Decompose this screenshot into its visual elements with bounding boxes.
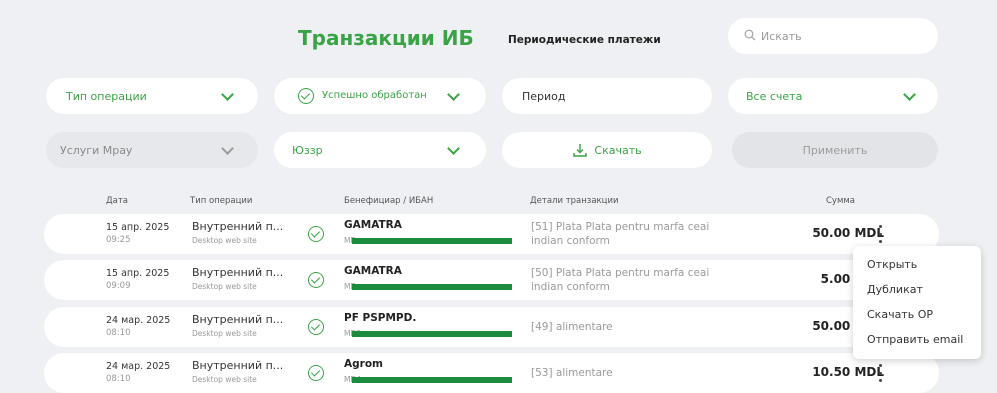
- redaction-bar: [352, 238, 512, 244]
- row-details: [53] alimentare: [531, 367, 613, 379]
- table-row[interactable]: 15 апр. 2025 09:09 Внутренний п... Deskt…: [44, 260, 939, 300]
- services-label: Услуги Мрау: [60, 143, 133, 157]
- page-title: Транзакции ИБ: [298, 26, 474, 50]
- operation-type-select[interactable]: Тип операции: [46, 78, 258, 114]
- header-date: Дата: [106, 196, 129, 206]
- header-amount: Сумма: [826, 196, 855, 206]
- services-select[interactable]: Услуги Мрау: [46, 132, 258, 168]
- menu-item-open[interactable]: Открыть: [853, 252, 981, 277]
- header-beneficiary: Бенефициар / ИБАН: [344, 196, 434, 206]
- redaction-bar: [352, 284, 512, 290]
- table-row[interactable]: 24 мар. 2025 08:10 Внутренний п... Deskt…: [44, 353, 939, 393]
- period-label: Период: [522, 89, 566, 103]
- chevron-down-icon: [220, 142, 236, 158]
- download-icon: [572, 142, 588, 158]
- search-icon: [744, 29, 756, 44]
- table-row[interactable]: 24 мар. 2025 08:10 Внутренний п... Deskt…: [44, 307, 939, 347]
- row-date: 15 апр. 2025: [106, 222, 170, 233]
- row-site: Desktop web site: [192, 236, 257, 245]
- download-label: Скачать: [594, 143, 642, 157]
- redaction-bar: [352, 377, 512, 383]
- page-header: Транзакции ИБ Периодические платежи Иска…: [0, 16, 997, 62]
- check-circle-icon: [308, 319, 324, 335]
- check-circle-icon: [308, 272, 324, 288]
- row-site: Desktop web site: [192, 282, 257, 291]
- row-type: Внутренний п...: [192, 220, 284, 233]
- row-amount: 50.00 MDL: [812, 226, 884, 240]
- kebab-menu-icon[interactable]: [877, 225, 883, 243]
- search-input[interactable]: Искать: [728, 18, 938, 54]
- search-placeholder: Искать: [761, 29, 802, 43]
- row-details: [51] Plata Plata pentru marfa ceai india…: [531, 221, 710, 247]
- accounts-label: Все счета: [746, 89, 803, 103]
- accounts-select[interactable]: Все счета: [728, 78, 938, 114]
- row-time: 09:25: [106, 235, 131, 245]
- row-date: 15 апр. 2025: [106, 268, 170, 279]
- status-select[interactable]: Успешно обработан: [274, 78, 486, 114]
- row-site: Desktop web site: [192, 329, 257, 338]
- apply-label: Применить: [802, 143, 868, 157]
- row-type: Внутренний п...: [192, 359, 284, 372]
- status-label: Успешно обработан: [322, 90, 427, 101]
- provider-select[interactable]: Юззр: [274, 132, 486, 168]
- check-circle-icon: [308, 226, 324, 242]
- row-details: [49] alimentare: [531, 321, 613, 333]
- redaction-bar: [352, 331, 512, 337]
- menu-item-send-email[interactable]: Отправить email: [853, 327, 981, 352]
- row-details: [50] Plata Plata pentru marfa ceai india…: [531, 267, 710, 293]
- menu-item-download-op[interactable]: Скачать OP: [853, 302, 981, 327]
- row-beneficiary: GAMATRA: [344, 265, 402, 277]
- table-row[interactable]: 15 апр. 2025 09:25 Внутренний п... Deskt…: [44, 214, 939, 254]
- chevron-down-icon: [220, 88, 236, 104]
- provider-label: Юззр: [292, 143, 323, 157]
- periodic-payments-link[interactable]: Периодические платежи: [508, 34, 661, 46]
- chevron-down-icon: [446, 88, 462, 104]
- row-type: Внутренний п...: [192, 266, 284, 279]
- period-select[interactable]: Период: [502, 78, 712, 114]
- row-beneficiary: GAMATRA: [344, 219, 402, 231]
- apply-button[interactable]: Применить: [732, 132, 938, 168]
- check-circle-icon: [308, 365, 324, 381]
- download-button[interactable]: Скачать: [502, 132, 712, 168]
- row-site: Desktop web site: [192, 375, 257, 384]
- row-date: 24 мар. 2025: [106, 361, 171, 372]
- header-details: Детали транзакции: [530, 196, 619, 206]
- operation-type-label: Тип операции: [66, 89, 147, 103]
- row-time: 09:09: [106, 281, 131, 291]
- row-amount: 10.50 MDL: [812, 365, 884, 379]
- row-beneficiary: Agrom: [344, 358, 383, 370]
- kebab-menu-icon[interactable]: [877, 364, 883, 382]
- header-operation-type: Тип операции: [190, 196, 253, 206]
- row-date: 24 мар. 2025: [106, 315, 171, 326]
- row-type: Внутренний п...: [192, 313, 284, 326]
- check-circle-icon: [298, 88, 314, 104]
- chevron-down-icon: [446, 142, 462, 158]
- chevron-down-icon: [902, 88, 918, 104]
- row-time: 08:10: [106, 328, 131, 338]
- row-beneficiary: PF PSPMPD.: [344, 312, 417, 324]
- row-time: 08:10: [106, 374, 131, 384]
- menu-item-duplicate[interactable]: Дубликат: [853, 277, 981, 302]
- row-context-menu: Открыть Дубликат Скачать OP Отправить em…: [853, 246, 981, 359]
